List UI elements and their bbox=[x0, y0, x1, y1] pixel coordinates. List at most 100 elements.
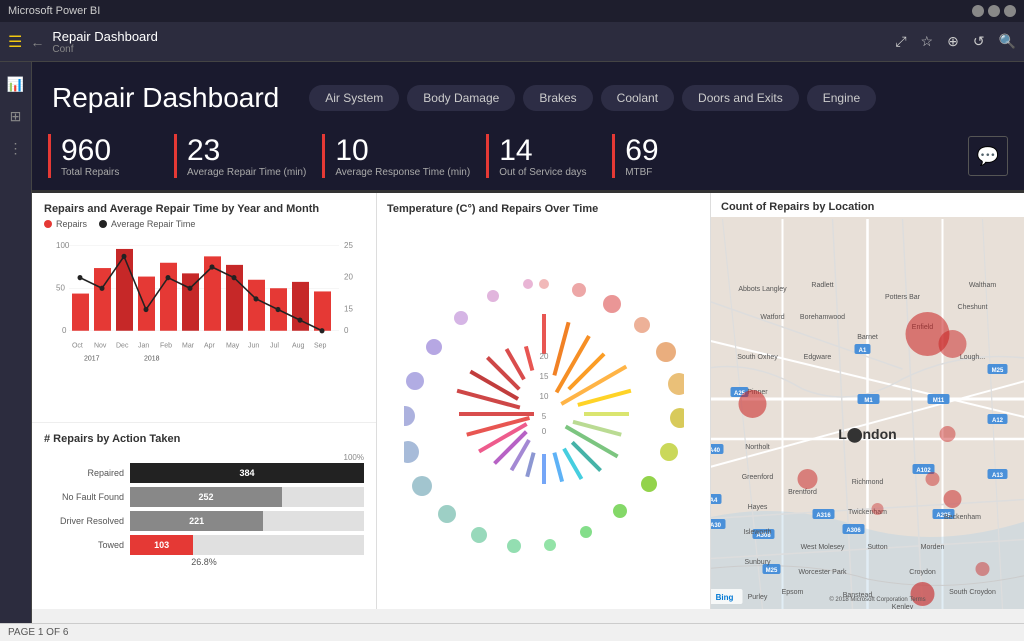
bookmark-icon[interactable]: ☆ bbox=[921, 33, 934, 50]
svg-text:Oct: Oct bbox=[72, 341, 83, 350]
svg-text:Edgware: Edgware bbox=[804, 354, 832, 361]
kpi-label-mtbf: MTBF bbox=[625, 167, 722, 178]
svg-text:Worcester Park: Worcester Park bbox=[798, 569, 847, 576]
svg-text:M25: M25 bbox=[992, 368, 1004, 374]
kpi-value-repairs: 960 bbox=[61, 134, 158, 167]
app-title: Microsoft Power BI bbox=[8, 5, 100, 17]
center-chart: Temperature (C°) and Repairs Over Time bbox=[377, 193, 711, 609]
expand-icon[interactable]: ⤢ bbox=[895, 33, 906, 50]
app-toolbar: ☰ ← Repair Dashboard Conf ⤢ ☆ ⊕ ↺ 🔍 bbox=[0, 22, 1024, 62]
svg-text:Croydon: Croydon bbox=[909, 569, 936, 576]
action-rows: Repaired 384 No Fault Found 252 bbox=[44, 463, 364, 555]
action-bar-fill-towed: 103 bbox=[130, 535, 193, 555]
svg-text:Sutton: Sutton bbox=[867, 544, 887, 551]
sidebar-icon-charts[interactable]: 📊 bbox=[2, 70, 30, 98]
svg-text:Waltham: Waltham bbox=[969, 282, 997, 289]
bar-chart-svg: 100 50 0 25 20 15 0 bbox=[44, 233, 364, 403]
svg-text:Beckenham: Beckenham bbox=[944, 514, 981, 521]
chart-legend: Repairs Average Repair Time bbox=[44, 219, 364, 229]
svg-text:Lough...: Lough... bbox=[960, 354, 985, 361]
title-bar: Microsoft Power BI bbox=[0, 0, 1024, 22]
hamburger-icon[interactable]: ☰ bbox=[8, 32, 22, 52]
tab-air-system[interactable]: Air System bbox=[309, 85, 399, 111]
main-content: Repair Dashboard Air System Body Damage … bbox=[32, 62, 1024, 623]
svg-text:Jun: Jun bbox=[248, 341, 259, 350]
svg-text:Jan: Jan bbox=[138, 341, 149, 350]
svg-text:Richmond: Richmond bbox=[852, 479, 884, 486]
radial-chart-title: Temperature (C°) and Repairs Over Time bbox=[387, 203, 598, 215]
left-charts: Repairs and Average Repair Time by Year … bbox=[32, 193, 377, 609]
svg-text:May: May bbox=[226, 341, 240, 350]
svg-text:Hayes: Hayes bbox=[748, 504, 768, 511]
kpi-label-repairs: Total Repairs bbox=[61, 167, 158, 178]
bar-chart-section: Repairs and Average Repair Time by Year … bbox=[32, 193, 376, 423]
svg-text:Apr: Apr bbox=[204, 341, 215, 350]
legend-dot-avg bbox=[99, 220, 107, 228]
search-icon[interactable]: 🔍 bbox=[999, 33, 1016, 50]
svg-text:Greenford: Greenford bbox=[742, 474, 774, 481]
svg-text:10: 10 bbox=[539, 392, 548, 401]
svg-text:M25: M25 bbox=[766, 568, 778, 574]
map-svg: A25 A1 M25 A12 A13 A40 A4 A30 A3 bbox=[711, 219, 1024, 609]
action-label-driver: Driver Resolved bbox=[44, 516, 124, 526]
svg-text:Aug: Aug bbox=[292, 341, 304, 350]
svg-text:M1: M1 bbox=[864, 398, 873, 404]
refresh-icon[interactable]: ↺ bbox=[973, 33, 985, 50]
kpi-avg-repair-time: 23 Average Repair Time (min) bbox=[174, 134, 306, 178]
legend-repairs: Repairs bbox=[44, 219, 87, 229]
svg-text:Watford: Watford bbox=[760, 314, 784, 321]
action-footer-pct: 26.8% bbox=[44, 557, 364, 567]
legend-avg-repair: Average Repair Time bbox=[99, 219, 195, 229]
sidebar-icon-more[interactable]: ⋮ bbox=[2, 134, 30, 162]
svg-text:Abbots Langley: Abbots Langley bbox=[738, 286, 787, 293]
minimize-button[interactable] bbox=[972, 5, 984, 17]
close-button[interactable] bbox=[1004, 5, 1016, 17]
action-bar-driver: 221 bbox=[130, 511, 364, 531]
dashboard-header: Repair Dashboard Air System Body Damage … bbox=[32, 62, 1024, 134]
action-bar-fill-no-fault: 252 bbox=[130, 487, 282, 507]
svg-text:Epsom: Epsom bbox=[782, 589, 804, 596]
maximize-button[interactable] bbox=[988, 5, 1000, 17]
radial-container: 20 15 10 5 0 bbox=[387, 219, 700, 599]
tab-body-damage[interactable]: Body Damage bbox=[407, 85, 515, 111]
nav-tabs: Air System Body Damage Brakes Coolant Do… bbox=[309, 85, 876, 111]
sidebar-icon-grid[interactable]: ⊞ bbox=[2, 102, 30, 130]
right-map: Count of Repairs by Location bbox=[711, 193, 1024, 609]
svg-text:L⬤ndon: L⬤ndon bbox=[838, 426, 896, 443]
back-button[interactable]: ← bbox=[30, 34, 44, 50]
svg-text:South Croydon: South Croydon bbox=[949, 589, 996, 596]
svg-text:20: 20 bbox=[539, 352, 548, 361]
legend-label-repairs: Repairs bbox=[56, 219, 87, 229]
svg-text:M11: M11 bbox=[933, 398, 945, 404]
action-chart-title: # Repairs by Action Taken bbox=[44, 433, 364, 445]
comment-button[interactable]: 💬 bbox=[968, 136, 1008, 176]
svg-text:A13: A13 bbox=[992, 473, 1004, 479]
tab-coolant[interactable]: Coolant bbox=[601, 85, 674, 111]
svg-text:2017: 2017 bbox=[84, 353, 100, 362]
svg-text:A316: A316 bbox=[816, 513, 831, 519]
svg-text:Nov: Nov bbox=[94, 341, 107, 350]
action-row-driver: Driver Resolved 221 bbox=[44, 511, 364, 531]
bar-chart-title: Repairs and Average Repair Time by Year … bbox=[44, 203, 364, 215]
svg-text:South Oxhey: South Oxhey bbox=[737, 354, 778, 361]
legend-dot-repairs bbox=[44, 220, 52, 228]
action-section: # Repairs by Action Taken 100% Repaired … bbox=[32, 423, 376, 609]
tab-brakes[interactable]: Brakes bbox=[523, 85, 592, 111]
svg-text:Mar: Mar bbox=[182, 341, 195, 350]
charts-area: Repairs and Average Repair Time by Year … bbox=[32, 193, 1024, 609]
svg-text:Purley: Purley bbox=[748, 594, 768, 601]
pin-icon[interactable]: ⊕ bbox=[947, 33, 959, 50]
svg-text:West Molesey: West Molesey bbox=[801, 544, 845, 551]
breadcrumb: Repair Dashboard Conf bbox=[52, 29, 158, 55]
action-row-towed: Towed 103 bbox=[44, 535, 364, 555]
tab-doors-exits[interactable]: Doors and Exits bbox=[682, 85, 799, 111]
bar-chart-container: 100 50 0 25 20 15 0 bbox=[44, 233, 364, 403]
left-sidebar: 📊 ⊞ ⋮ bbox=[0, 62, 32, 641]
action-100-label: 100% bbox=[44, 453, 364, 462]
svg-text:0: 0 bbox=[344, 326, 349, 335]
tab-engine[interactable]: Engine bbox=[807, 85, 876, 111]
svg-text:A12: A12 bbox=[992, 418, 1004, 424]
kpi-label-response-time: Average Response Time (min) bbox=[335, 167, 470, 178]
kpi-value-repair-time: 23 bbox=[187, 134, 306, 167]
action-label-towed: Towed bbox=[44, 540, 124, 550]
